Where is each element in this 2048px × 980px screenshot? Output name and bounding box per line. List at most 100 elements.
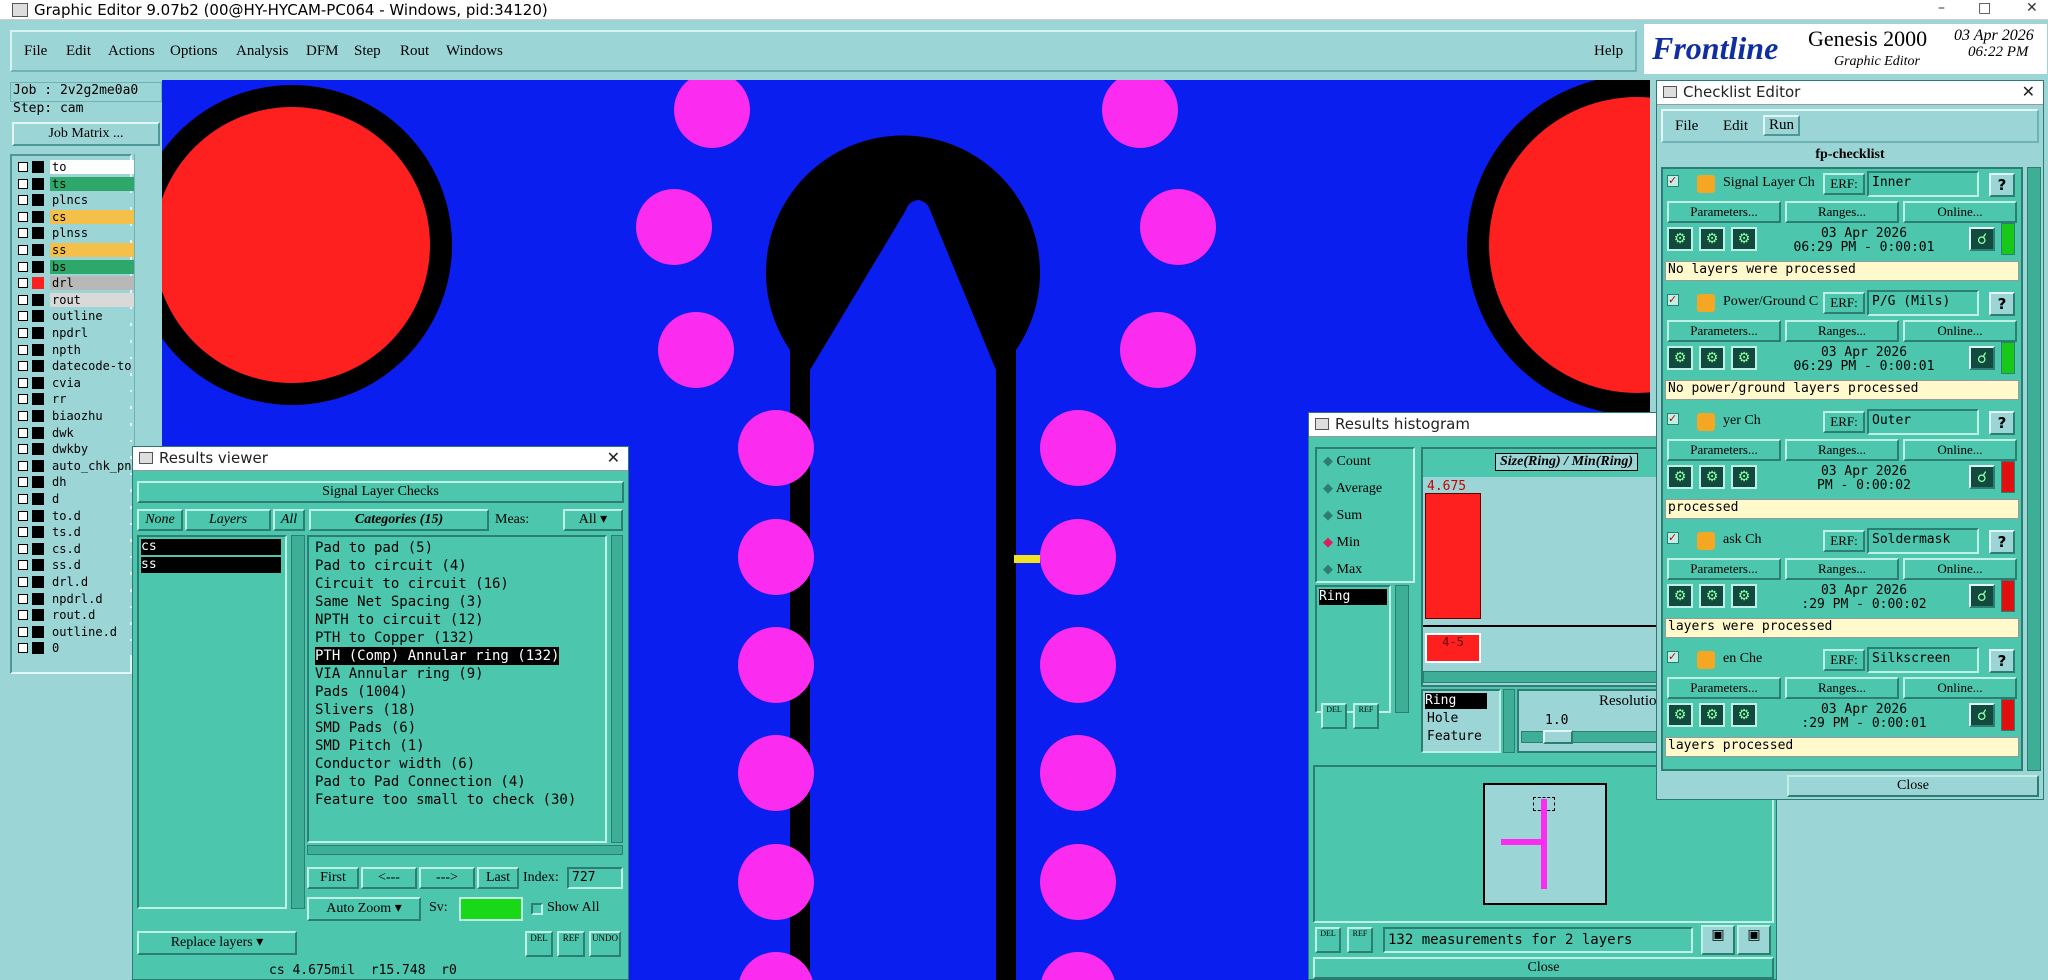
layer-checkbox[interactable] — [18, 610, 28, 621]
layer-name[interactable]: to — [50, 160, 146, 174]
radio-average[interactable]: ◆ Average — [1323, 480, 1382, 497]
layer-checkbox[interactable] — [18, 245, 28, 255]
category-item[interactable]: Pad to pad (5) — [315, 539, 433, 557]
category-item[interactable]: Pads (1004) — [315, 683, 408, 701]
layer-row[interactable]: cs.d — [14, 541, 146, 556]
checklist-close-button[interactable]: Close — [1787, 775, 2039, 797]
layer-checkbox[interactable] — [18, 394, 28, 405]
layer-row[interactable]: npth — [14, 342, 146, 357]
erf-button[interactable]: ERF: — [1823, 173, 1865, 195]
results-viewer-titlebar[interactable]: Results viewer ✕ — [133, 447, 628, 471]
zoom-icon[interactable]: ☌ — [1969, 465, 1995, 489]
layer-row[interactable]: ts — [14, 176, 146, 191]
layer-name[interactable]: drl — [50, 276, 146, 291]
layer-checkbox[interactable] — [18, 328, 28, 338]
delete-results-icon[interactable]: ⚙ — [1731, 227, 1757, 251]
layer-name[interactable]: datecode-to — [50, 359, 146, 374]
layer-name[interactable]: bs — [50, 259, 146, 274]
categories-scrollbar[interactable] — [611, 535, 623, 843]
menu-help[interactable]: Help — [1594, 43, 1623, 60]
run-icon[interactable]: ⚙ — [1667, 346, 1693, 370]
category-item[interactable]: Feature too small to check (30) — [315, 791, 576, 809]
menu-options[interactable]: Options — [170, 43, 218, 60]
list-item[interactable]: Feature — [1427, 729, 1482, 744]
parameters-button[interactable]: Parameters... — [1667, 558, 1781, 580]
help-icon[interactable]: ? — [1989, 292, 2015, 316]
layer-row[interactable]: dwkby — [14, 442, 146, 457]
erf-value[interactable]: Inner — [1867, 171, 1979, 197]
ranges-button[interactable]: Ranges... — [1785, 558, 1899, 580]
layer-checkbox[interactable] — [18, 377, 28, 388]
ranges-button[interactable]: Ranges... — [1785, 201, 1899, 223]
menu-analysis[interactable]: Analysis — [236, 43, 289, 60]
refresh-button[interactable]: REF — [1347, 927, 1373, 953]
category-item[interactable]: Slivers (18) — [315, 701, 416, 719]
category-item[interactable]: Conductor width (6) — [315, 755, 475, 773]
layer-row[interactable]: ss — [14, 243, 146, 257]
category-item[interactable]: PTH (Comp) Annular ring (132) — [315, 647, 560, 665]
ranges-button[interactable]: Ranges... — [1785, 439, 1899, 461]
run-icon[interactable]: ⚙ — [1667, 227, 1693, 251]
erf-value[interactable]: Soldermask — [1867, 528, 1979, 554]
layer-checkbox[interactable] — [18, 278, 28, 289]
delete-results-icon[interactable]: ⚙ — [1731, 346, 1757, 370]
layer-row[interactable]: 0 — [14, 641, 146, 656]
category-item[interactable]: SMD Pads (6) — [315, 719, 416, 737]
stop-icon[interactable]: ⚙ — [1699, 703, 1725, 727]
layer-checkbox[interactable] — [18, 593, 28, 604]
layer-row[interactable]: plncs — [14, 193, 146, 208]
help-icon[interactable]: ? — [1989, 173, 2015, 197]
ranges-button[interactable]: Ranges... — [1785, 320, 1899, 342]
layer-checkbox[interactable] — [18, 527, 28, 538]
layer-row[interactable]: bs — [14, 259, 146, 274]
list-item[interactable]: Ring — [1319, 589, 1387, 605]
erf-value[interactable]: Outer — [1867, 409, 1979, 435]
zoom-in-icon[interactable]: ▣ — [1701, 925, 1735, 955]
layer-row[interactable]: outline.d — [14, 624, 146, 639]
layer-row[interactable]: auto_chk_pn — [14, 458, 146, 473]
layer-name[interactable]: rout — [50, 292, 146, 307]
type-list-scrollbar[interactable] — [1503, 689, 1515, 753]
show-all-checkbox[interactable] — [531, 903, 543, 915]
layer-checkbox[interactable] — [18, 211, 28, 222]
action-checkbox[interactable]: ✓ — [1667, 651, 1679, 663]
layer-checkbox[interactable] — [18, 427, 28, 438]
action-label[interactable]: Signal Layer Ch — [1723, 175, 1823, 191]
layer-checkbox[interactable] — [18, 543, 28, 554]
minimize-icon[interactable]: – — [1938, 0, 1945, 16]
delete-button[interactable]: DEL — [525, 931, 553, 957]
last-button[interactable]: Last — [477, 867, 519, 889]
layer-checkbox[interactable] — [18, 444, 28, 455]
list-item[interactable]: cs — [141, 539, 281, 555]
layer-row[interactable]: outline — [14, 309, 146, 324]
category-item[interactable]: SMD Pitch (1) — [315, 737, 425, 755]
layer-row[interactable]: rout.d — [14, 608, 146, 623]
layer-name[interactable]: npth — [50, 342, 146, 357]
maximize-icon[interactable]: □ — [1978, 0, 1991, 16]
menu-run[interactable]: Run — [1763, 115, 1801, 136]
layer-checkbox[interactable] — [18, 261, 28, 272]
delete-button[interactable]: DEL — [1321, 703, 1347, 729]
zoom-out-icon[interactable]: ▣ — [1737, 925, 1771, 955]
menu-dfm[interactable]: DFM — [306, 43, 339, 60]
histogram-item-list[interactable]: Ring — [1315, 585, 1391, 713]
all-button[interactable]: All — [273, 509, 305, 531]
layer-checkbox[interactable] — [18, 178, 28, 189]
online-button[interactable]: Online... — [1903, 320, 2017, 342]
layer-row[interactable]: npdrl — [14, 326, 146, 340]
layer-checkbox[interactable] — [18, 411, 28, 421]
erf-value[interactable]: Silkscreen — [1867, 647, 1979, 673]
layers-button[interactable]: Layers — [185, 509, 271, 531]
erf-button[interactable]: ERF: — [1823, 292, 1865, 314]
category-item[interactable]: Circuit to circuit (16) — [315, 575, 509, 593]
layer-name[interactable]: outline — [50, 309, 146, 324]
checklist-titlebar[interactable]: Checklist Editor ✕ — [1657, 81, 2043, 105]
help-icon[interactable]: ? — [1989, 411, 2015, 435]
category-item[interactable]: Pad to circuit (4) — [315, 557, 467, 575]
run-icon[interactable]: ⚙ — [1667, 703, 1693, 727]
layer-checkbox[interactable] — [18, 494, 28, 504]
layer-row[interactable]: dwk — [14, 425, 146, 440]
layer-row[interactable]: ss.d — [14, 558, 146, 573]
category-item[interactable]: Pad to Pad Connection (4) — [315, 773, 526, 791]
close-icon[interactable]: ✕ — [607, 448, 620, 467]
